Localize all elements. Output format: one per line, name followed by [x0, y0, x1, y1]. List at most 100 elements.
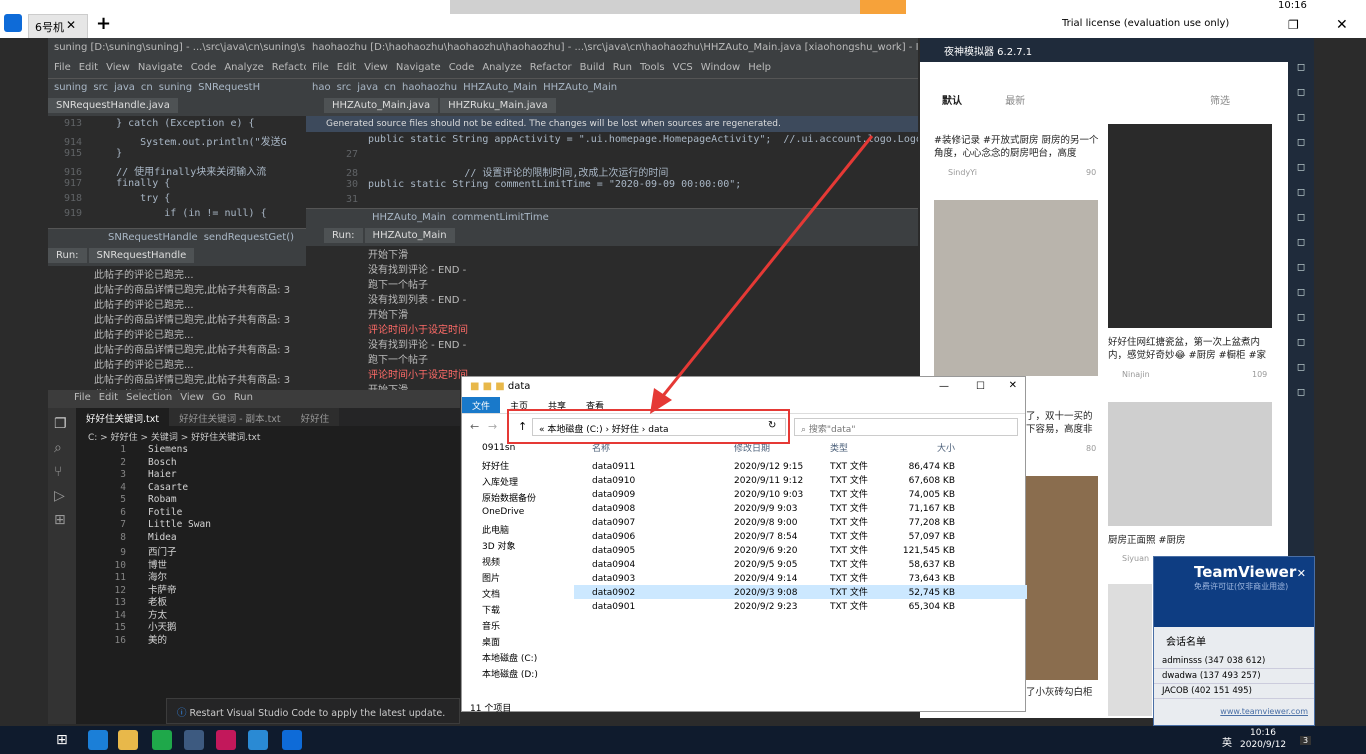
- screenshot-icon[interactable]: ◻: [1288, 237, 1314, 248]
- file-row[interactable]: data0910 2020/9/11 9:12 TXT 文件 67,608 KB: [574, 473, 1027, 487]
- run-tab[interactable]: SNRequestHandle: [88, 248, 195, 263]
- breadcrumb-item[interactable]: src: [93, 82, 108, 93]
- fiddler-icon[interactable]: [184, 730, 204, 750]
- vscode-tab[interactable]: 好好住关键词 - 副本.txt: [169, 408, 291, 426]
- card3-text[interactable]: 了，双十一买的下容易，高度非: [1026, 410, 1098, 436]
- breadcrumb-item[interactable]: suning: [159, 82, 192, 93]
- breadcrumb-item[interactable]: java: [114, 82, 135, 93]
- breadcrumb-item[interactable]: java: [357, 82, 378, 93]
- vscode-tab[interactable]: 好好住: [290, 408, 340, 426]
- menu-item[interactable]: Navigate: [138, 62, 183, 73]
- home-icon[interactable]: ◻: [1288, 62, 1314, 73]
- start-icon[interactable]: ⊞: [56, 732, 68, 748]
- nav-item[interactable]: OneDrive: [462, 505, 566, 521]
- filter-button[interactable]: 筛选: [1210, 92, 1230, 107]
- menu-item[interactable]: Code: [191, 62, 217, 73]
- menu-item[interactable]: Tools: [640, 62, 665, 73]
- breadcrumb-item[interactable]: cn: [141, 82, 153, 93]
- breadcrumb-item[interactable]: SNRequestHandle: [108, 232, 198, 243]
- menu-item[interactable]: Go: [212, 392, 226, 403]
- card2-image[interactable]: [934, 200, 1098, 376]
- editor-tab[interactable]: SNRequestHandle.java: [48, 98, 178, 113]
- nav-item[interactable]: 原始数据备份: [462, 489, 566, 505]
- breadcrumb-item[interactable]: suning: [54, 82, 87, 93]
- nav-item[interactable]: 音乐: [462, 617, 566, 633]
- minimize-icon[interactable]: —: [939, 381, 949, 392]
- breadcrumb-item[interactable]: cn: [384, 82, 396, 93]
- clock-date[interactable]: 2020/9/12: [1240, 740, 1286, 750]
- menu-item[interactable]: Navigate: [396, 62, 441, 73]
- teamviewer-link[interactable]: www.teamviewer.com: [1154, 699, 1314, 724]
- breadcrumb-item[interactable]: haohaozhu: [402, 82, 457, 93]
- editor-tab[interactable]: HHZRuku_Main.java: [440, 98, 556, 113]
- card1-likes[interactable]: 90: [1086, 168, 1096, 177]
- menu-item[interactable]: File: [54, 62, 71, 73]
- menu-item[interactable]: View: [180, 392, 204, 403]
- run-debug-icon[interactable]: ▷: [54, 488, 70, 504]
- source-control-icon[interactable]: ⑂: [54, 464, 70, 480]
- card5-text[interactable]: 了小灰砖勾白柜: [1026, 686, 1098, 699]
- git-icon[interactable]: [152, 730, 172, 750]
- ribbon-tab[interactable]: 文件: [462, 397, 501, 414]
- ime-indicator[interactable]: 英: [1222, 734, 1232, 749]
- keyboard-icon[interactable]: ◻: [1288, 87, 1314, 98]
- nav-item[interactable]: 3D 对象: [462, 537, 566, 553]
- menu-item[interactable]: Analyze: [224, 62, 263, 73]
- session-item[interactable]: adminsss (347 038 612): [1154, 654, 1314, 669]
- breadcrumb-item[interactable]: HHZAuto_Main: [543, 82, 617, 93]
- breadcrumb-item[interactable]: commentLimitTime: [452, 212, 549, 223]
- search-icon[interactable]: ⌕: [54, 440, 70, 456]
- card4-image[interactable]: [1108, 402, 1272, 526]
- notification-badge[interactable]: 3: [1300, 736, 1312, 745]
- card4-text[interactable]: 厨房正面照 #厨房: [1108, 532, 1185, 546]
- column-header[interactable]: 类型: [830, 441, 885, 454]
- explorer-icon[interactable]: [118, 730, 138, 750]
- card5-image[interactable]: [1026, 476, 1098, 680]
- nav-item[interactable]: 此电脑: [462, 521, 566, 537]
- breadcrumb-item[interactable]: src: [337, 82, 352, 93]
- menu-item[interactable]: Edit: [79, 62, 98, 73]
- menu-item[interactable]: View: [364, 62, 388, 73]
- delete-icon[interactable]: ◻: [1288, 387, 1314, 398]
- breadcrumb-item[interactable]: sendRequestGet(): [204, 232, 294, 243]
- menu-item[interactable]: Run: [234, 392, 253, 403]
- menu-item[interactable]: Analyze: [482, 62, 521, 73]
- restore-icon[interactable]: ❐: [1288, 18, 1299, 32]
- card3-likes[interactable]: 80: [1086, 444, 1096, 453]
- menu-item[interactable]: Help: [748, 62, 771, 73]
- close-icon[interactable]: ✕: [1297, 567, 1306, 580]
- menu-item[interactable]: Code: [449, 62, 475, 73]
- clock-time[interactable]: 10:16: [1250, 728, 1276, 738]
- file-row[interactable]: data0904 2020/9/5 9:05 TXT 文件 58,637 KB: [574, 557, 1027, 571]
- card2-text[interactable]: 好好住网红搪瓷盆，第一次上盆煮内内，感觉好奇妙😂 #厨房 #橱柜 #家: [1108, 336, 1274, 362]
- nav-item[interactable]: 桌面: [462, 633, 566, 649]
- location-icon[interactable]: ◻: [1288, 112, 1314, 123]
- nav-item[interactable]: 图片: [462, 569, 566, 585]
- card2-likes[interactable]: 109: [1252, 370, 1267, 379]
- menu-item[interactable]: Refactor: [272, 62, 306, 73]
- menu-item[interactable]: Edit: [99, 392, 118, 403]
- nav-item[interactable]: 本地磁盘 (D:): [462, 665, 566, 681]
- session-item[interactable]: dwadwa (137 493 257): [1154, 669, 1314, 684]
- sync-icon[interactable]: ◻: [1288, 287, 1314, 298]
- breadcrumb-item[interactable]: HHZAuto_Main: [463, 82, 537, 93]
- card1-text[interactable]: #装修记录 #开放式厨房 厨房的另一个角度，心心念念的厨房吧台，高度: [934, 134, 1100, 160]
- file-row[interactable]: data0906 2020/9/7 8:54 TXT 文件 57,097 KB: [574, 529, 1027, 543]
- apk-icon[interactable]: ◻: [1288, 262, 1314, 273]
- nav-item[interactable]: 文档: [462, 585, 566, 601]
- teamviewer-icon[interactable]: [282, 730, 302, 750]
- volume-down-icon[interactable]: ◻: [1288, 212, 1314, 223]
- run-tab-right[interactable]: HHZAuto_Main: [364, 228, 455, 243]
- menu-item[interactable]: File: [74, 392, 91, 403]
- file-row[interactable]: data0902 2020/9/3 9:08 TXT 文件 52,745 KB: [574, 585, 1027, 599]
- file-row[interactable]: data0911 2020/9/12 9:15 TXT 文件 86,474 KB: [574, 459, 1027, 473]
- fullscreen-icon[interactable]: ◻: [1288, 162, 1314, 173]
- edge-icon[interactable]: [88, 730, 108, 750]
- breadcrumb-item[interactable]: hao: [312, 82, 331, 93]
- menu-item[interactable]: Edit: [337, 62, 356, 73]
- nav-item[interactable]: 本地磁盘 (C:): [462, 649, 566, 665]
- nav-item[interactable]: 入库处理: [462, 473, 566, 489]
- editor-tab[interactable]: HHZAuto_Main.java: [324, 98, 439, 113]
- menu-item[interactable]: View: [106, 62, 130, 73]
- close-icon[interactable]: ✕: [1336, 17, 1348, 33]
